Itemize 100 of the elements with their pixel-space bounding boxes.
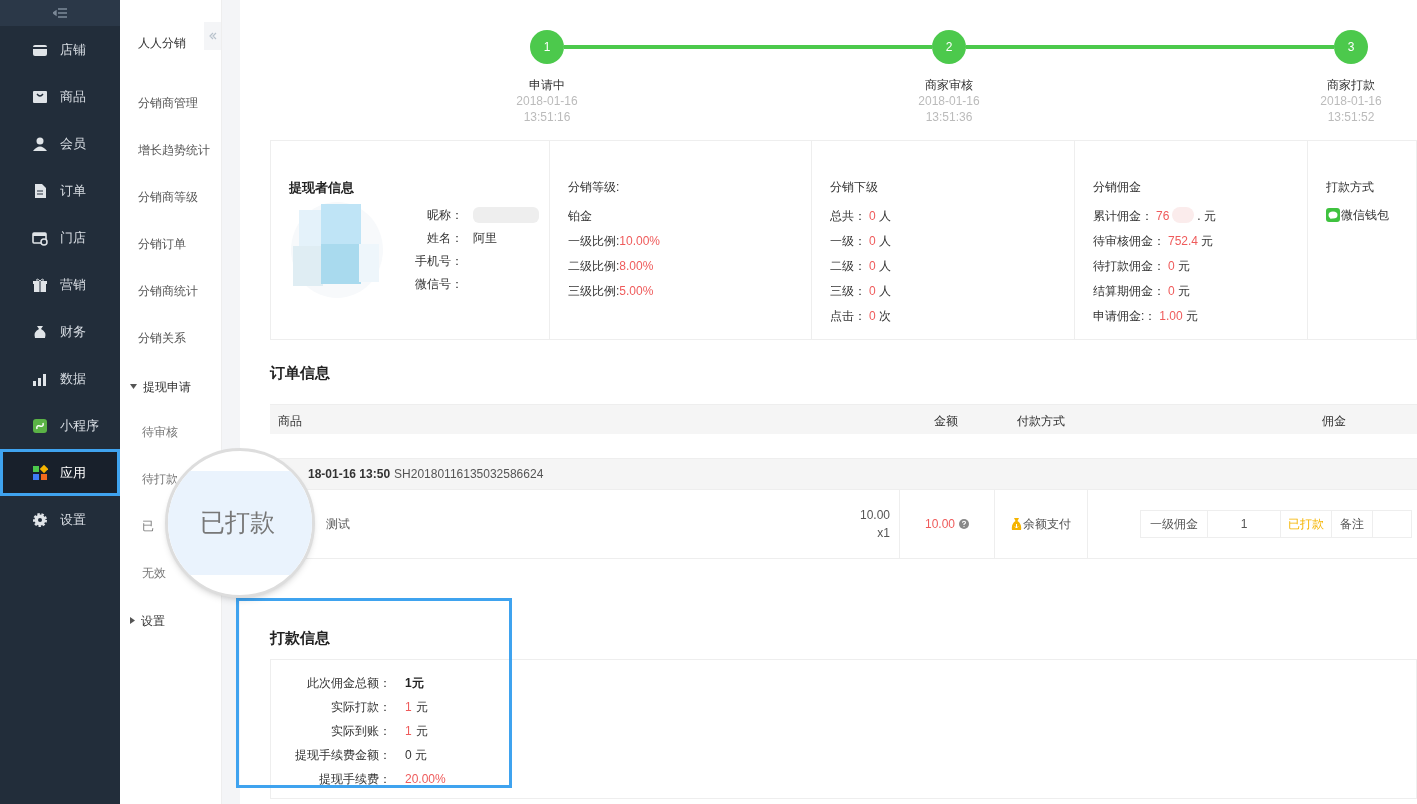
stat-label: 待打款佣金：	[1093, 258, 1165, 275]
field-label: 昵称：	[426, 206, 463, 224]
commission-level: 一级佣金	[1140, 510, 1208, 538]
field-label: 手机号：	[415, 252, 463, 270]
stat-unit: . 元	[1197, 208, 1217, 225]
order-amount: 10.00	[925, 516, 955, 533]
info-value: 20.00%	[405, 771, 446, 788]
info-value: 1	[405, 699, 412, 716]
submenu-item[interactable]: 分销商管理	[138, 96, 198, 110]
nav-item[interactable]: 小程序	[0, 402, 120, 449]
sidebar-toggle[interactable]	[0, 0, 120, 26]
apps-icon	[32, 464, 48, 481]
submenu-item[interactable]: 无效	[142, 566, 166, 580]
stat-unit: 元	[1177, 258, 1190, 275]
stat-label: 点击：	[830, 308, 866, 325]
rate-value: 10.00%	[619, 233, 661, 250]
card-title: 分销佣金	[1093, 179, 1142, 196]
nav-item[interactable]: 设置	[0, 496, 120, 543]
order-date: 18-01-16 13:50	[308, 466, 391, 483]
step-time: 13:51:16	[522, 109, 572, 126]
step-label: 申请中	[528, 77, 566, 94]
nav-item[interactable]: 商品	[0, 73, 120, 120]
info-value: 0 元	[405, 747, 427, 764]
caret-right-icon	[130, 617, 135, 624]
order-number: SH20180116135032586624	[394, 466, 544, 483]
commission-status: 已打款	[1280, 510, 1332, 538]
settings-icon	[32, 511, 48, 528]
stat-label: 结算期佣金：	[1093, 283, 1165, 300]
step-date: 2018-01-16	[515, 93, 579, 110]
info-unit: 元	[415, 699, 428, 716]
field-label: 微信号：	[415, 275, 463, 293]
step-label: 商家打款	[1326, 77, 1376, 94]
money-bag-icon	[1011, 517, 1022, 531]
submenu-item[interactable]: 分销商统计	[138, 284, 198, 298]
stat-label: 一级：	[830, 233, 866, 250]
user-icon	[32, 135, 48, 152]
submenu-item[interactable]: 待审核	[142, 425, 178, 439]
stat-unit: 人	[878, 208, 891, 225]
info-unit: 元	[415, 723, 428, 740]
payment-method: 余额支付	[1023, 516, 1071, 533]
nav-item[interactable]: 营销	[0, 261, 120, 308]
submenu-group[interactable]: 设置	[130, 611, 165, 630]
nav-item[interactable]: 会员	[0, 120, 120, 167]
stat-label: 申请佣金:：	[1093, 308, 1157, 325]
nav-item[interactable]: 店铺	[0, 26, 120, 73]
submenu-item[interactable]: 已	[142, 519, 154, 533]
stat-unit: 人	[878, 283, 891, 300]
stat-label: 三级：	[830, 283, 866, 300]
submenu-item[interactable]: 待打款	[142, 472, 178, 486]
submenu-item[interactable]: 分销关系	[138, 331, 186, 345]
help-icon[interactable]	[959, 519, 969, 529]
stat-unit: 人	[878, 258, 891, 275]
stat-value: 0	[1168, 258, 1175, 275]
rate-label: 三级比例:	[568, 283, 620, 300]
info-label: 此次佣金总额：	[306, 675, 391, 692]
stat-label: 待审核佣金：	[1093, 233, 1165, 250]
double-chevron-icon	[208, 32, 217, 40]
info-label: 实际到账：	[330, 723, 391, 740]
column-header: 付款方式	[1017, 413, 1065, 430]
field-label: 姓名：	[426, 229, 463, 247]
stat-unit: 元	[1201, 233, 1214, 250]
rate-label: 二级比例:	[568, 258, 620, 275]
section-title: 订单信息	[270, 363, 331, 383]
card-title: 分销下级	[830, 179, 879, 196]
submenu-item[interactable]: 分销商等级	[138, 190, 198, 204]
section-title: 打款信息	[270, 628, 331, 648]
store-icon	[32, 229, 48, 246]
info-label: 提现手续费金额：	[294, 747, 391, 764]
card-title: 分销等级:	[568, 179, 621, 196]
stat-value: 0	[869, 283, 876, 300]
collapse-icon	[53, 8, 67, 18]
nav-item[interactable]: 门店	[0, 214, 120, 261]
note-button[interactable]: 备注	[1331, 510, 1373, 538]
field-value: 阿里	[473, 229, 498, 247]
nav-item[interactable]: 应用	[0, 449, 120, 496]
column-header: 商品	[278, 413, 302, 430]
nav-item[interactable]: 财务	[0, 308, 120, 355]
quantity: x1	[877, 525, 890, 542]
info-label: 实际打款：	[330, 699, 391, 716]
stat-unit: 人	[878, 233, 891, 250]
nav-item[interactable]: 数据	[0, 355, 120, 402]
gift-icon	[32, 276, 48, 293]
stat-label: 累计佣金：	[1093, 208, 1153, 225]
card-title: 打款方式	[1326, 179, 1375, 196]
stat-unit: 元	[1185, 308, 1198, 325]
stat-value: 76	[1156, 208, 1170, 225]
stat-unit: 次	[878, 308, 891, 325]
submenu-item[interactable]: 分销订单	[138, 237, 186, 251]
stat-value: 752.4	[1168, 233, 1199, 250]
step-time: 13:51:52	[1326, 109, 1376, 126]
stat-value: 0	[869, 258, 876, 275]
bag-icon	[32, 88, 48, 105]
info-value: 1	[405, 723, 412, 740]
submenu-group[interactable]: 提现申请	[130, 377, 191, 396]
rate-value: 5.00%	[619, 283, 654, 300]
collapse-tab[interactable]	[204, 22, 221, 50]
stat-label: 总共：	[830, 208, 866, 225]
info-value: 1元	[405, 675, 424, 692]
submenu-item[interactable]: 增长趋势统计	[138, 143, 210, 157]
nav-item[interactable]: 订单	[0, 167, 120, 214]
